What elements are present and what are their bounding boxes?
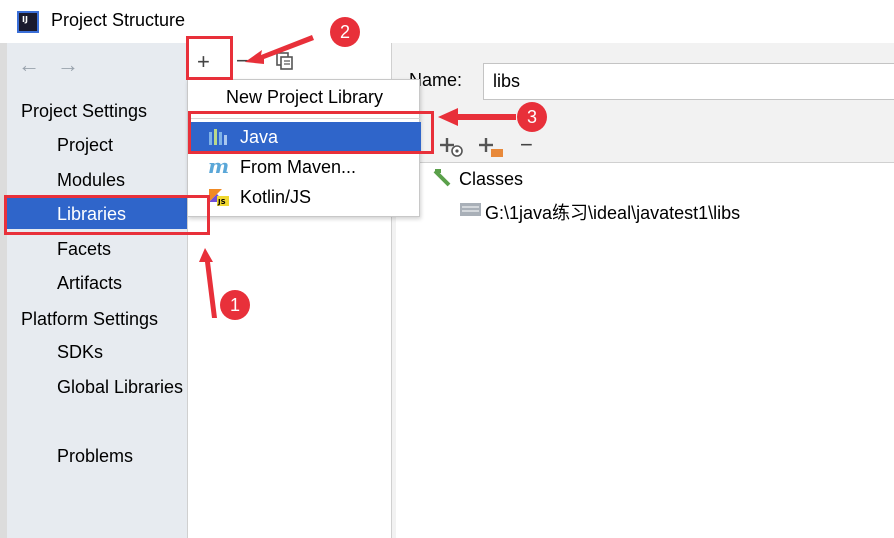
annotation-badge-1: 1 [220, 290, 250, 320]
project-structure-window: IJ Project Structure ← → Project Setting… [0, 0, 894, 538]
annotation-arrows [199, 35, 516, 318]
annotation-badge-3: 3 [517, 102, 547, 132]
annotation-badge-2: 2 [330, 17, 360, 47]
